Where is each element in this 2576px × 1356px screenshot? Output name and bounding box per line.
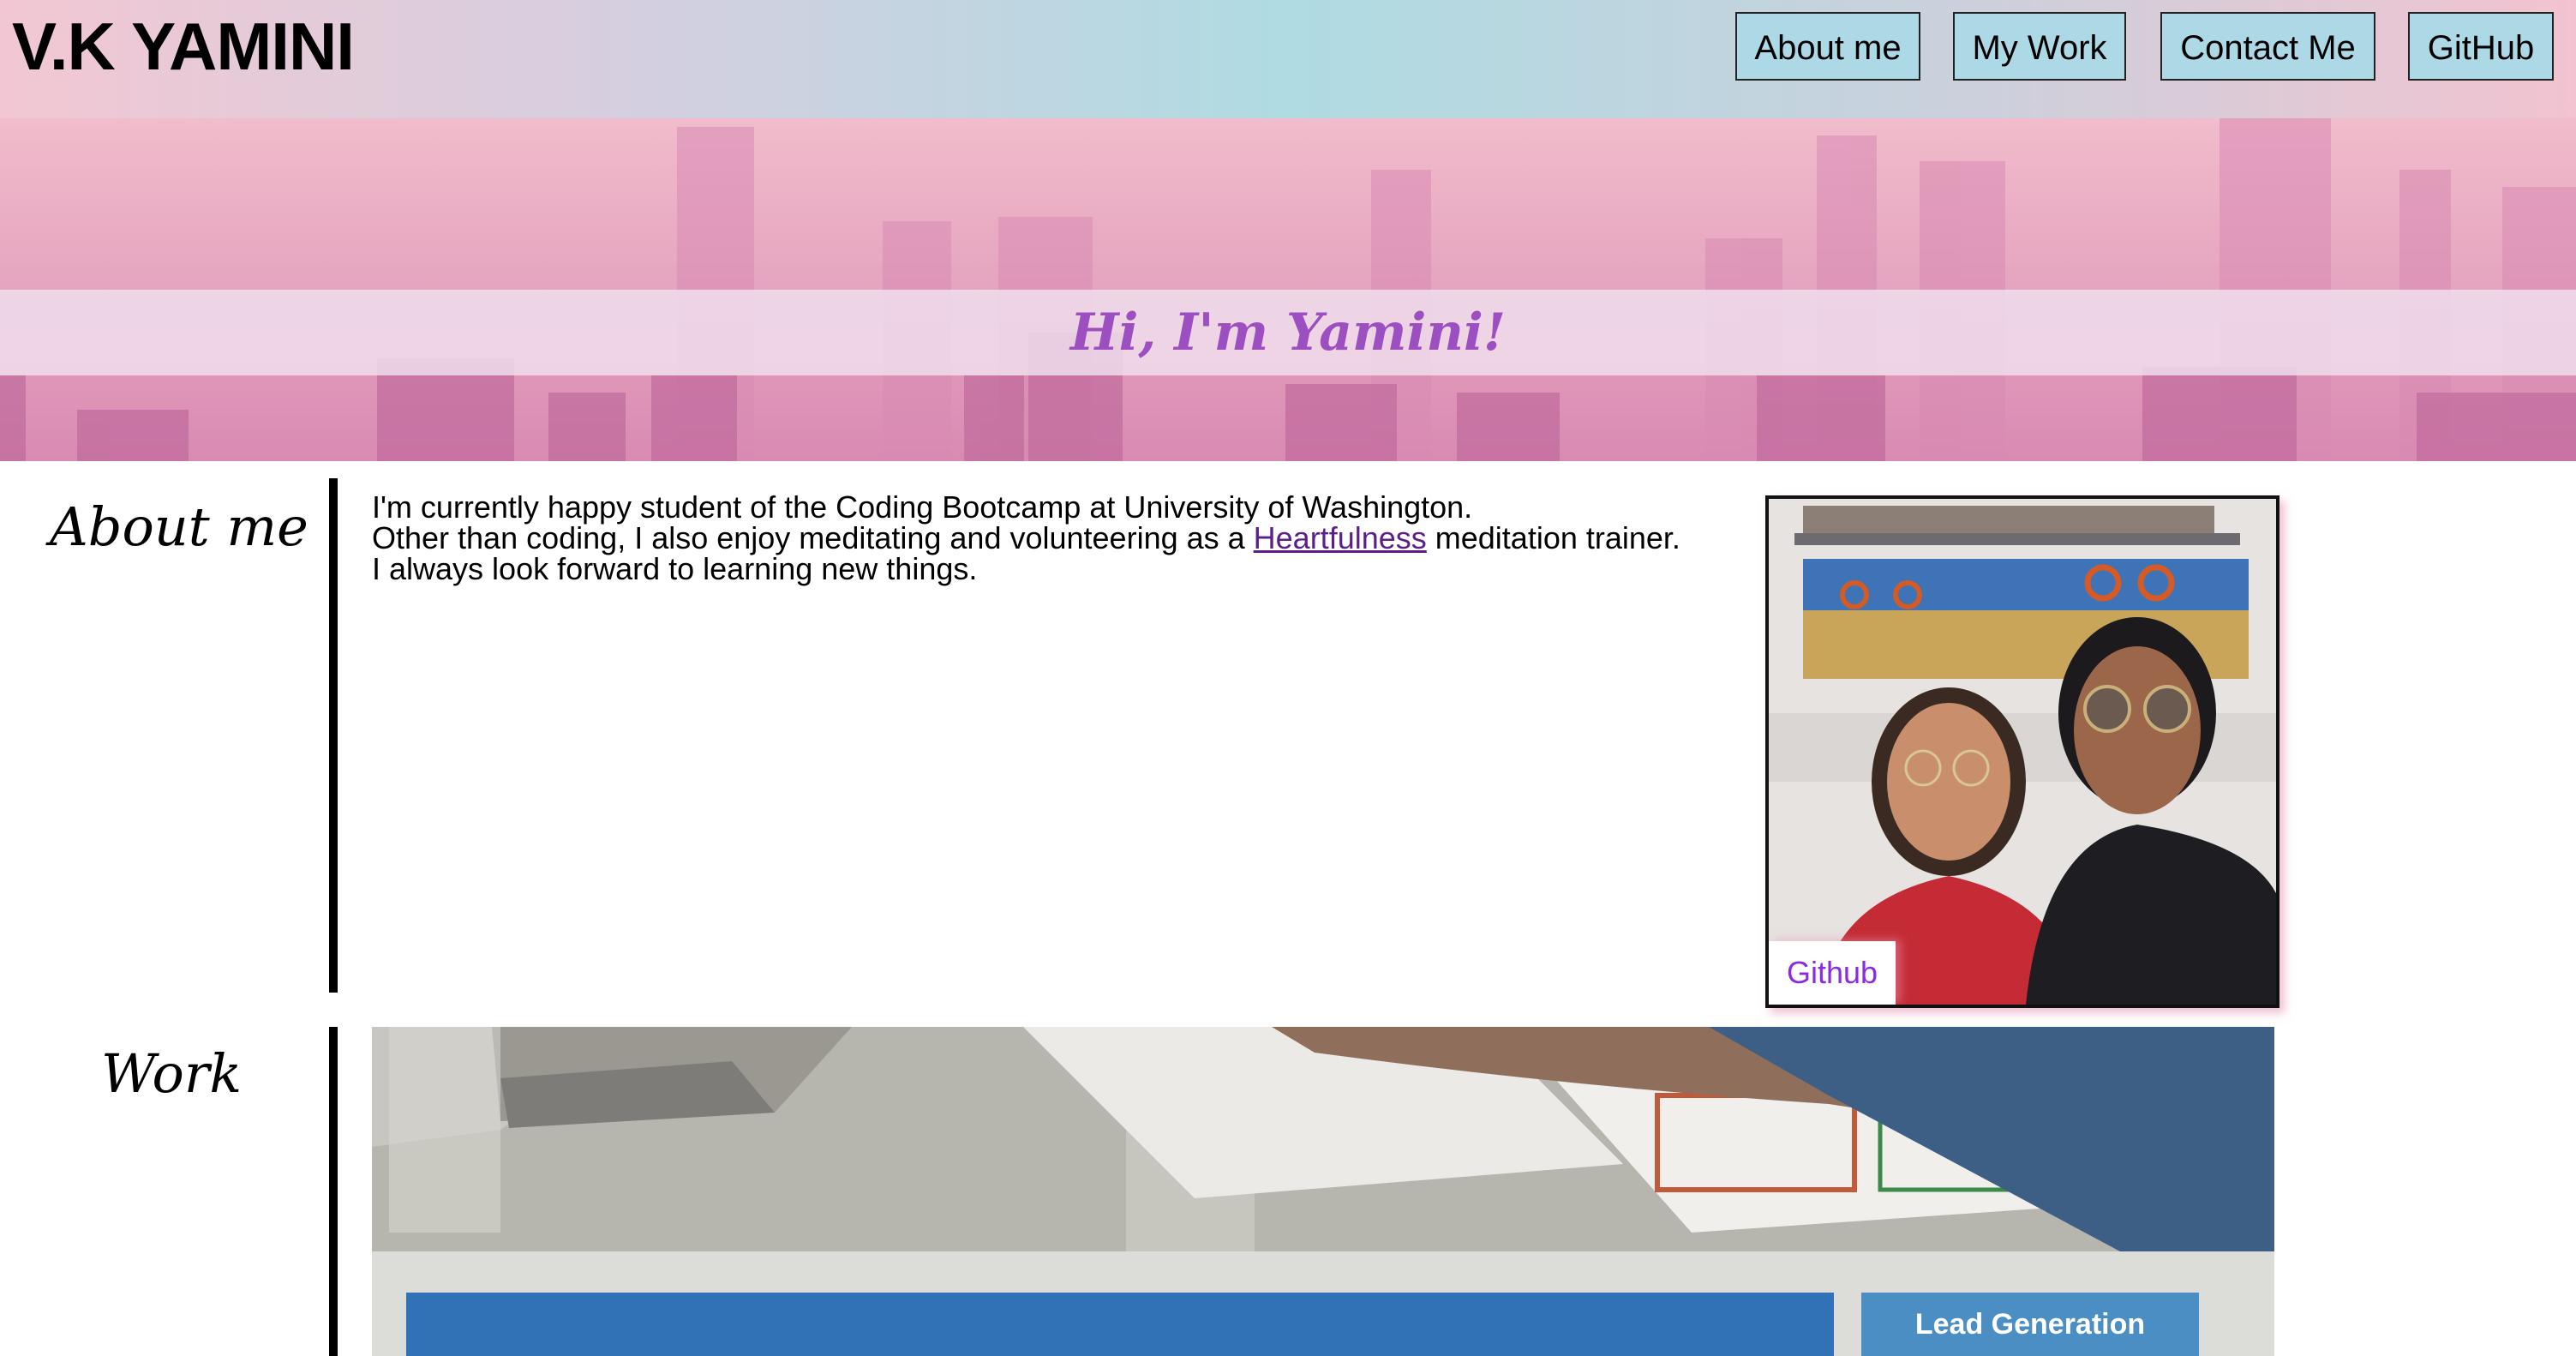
about-line-3: I always look forward to learning new th…: [372, 551, 978, 586]
hero-banner: Hi, I'm Yamini!: [0, 118, 2576, 461]
about-divider: [329, 478, 338, 993]
nav-github-button[interactable]: GitHub: [2408, 12, 2554, 81]
brand-title: V.K YAMINI: [12, 9, 355, 84]
heartfulness-link[interactable]: Heartfulness: [1254, 520, 1427, 555]
nav-about-me-button[interactable]: About me: [1735, 12, 1920, 81]
nav-my-work-button[interactable]: My Work: [1953, 12, 2126, 81]
about-text: I'm currently happy student of the Codin…: [372, 492, 1743, 585]
work-divider: [329, 1027, 338, 1356]
about-line-2: Other than coding, I also enjoy meditati…: [372, 523, 1743, 554]
hero-title: Hi, I'm Yamini!: [1069, 303, 1507, 363]
profile-photo: Github: [1765, 495, 2279, 1008]
work-section-label: Work: [101, 1042, 243, 1105]
site-header: V.K YAMINI About me My Work Contact Me G…: [0, 0, 2576, 118]
about-line-2-start: Other than coding, I also enjoy meditati…: [372, 520, 1254, 555]
nav-contact-me-button[interactable]: Contact Me: [2160, 12, 2375, 81]
about-line-1: I'm currently happy student of the Codin…: [372, 489, 1473, 525]
profile-photo-image: [1769, 499, 2276, 1005]
github-photo-button[interactable]: Github: [1769, 941, 1896, 1005]
about-line-2-end: meditation trainer.: [1426, 520, 1680, 555]
lead-generation-button[interactable]: Lead Generation: [1861, 1293, 2199, 1356]
work-preview-header-bar: [406, 1293, 1834, 1356]
about-section-label: About me: [50, 495, 309, 558]
work-preview-image[interactable]: Lead Generation: [372, 1027, 2274, 1356]
